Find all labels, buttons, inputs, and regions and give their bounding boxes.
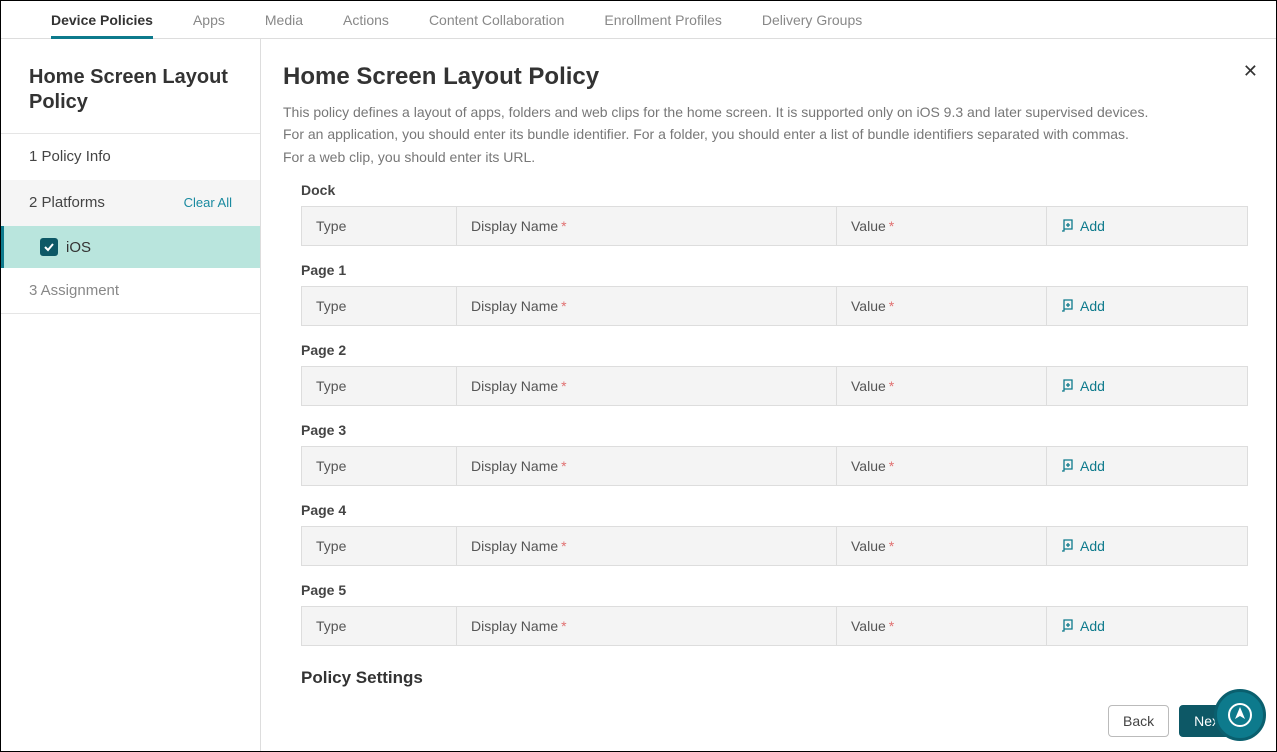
tab-content-collaboration[interactable]: Content Collaboration <box>429 2 564 38</box>
page-title: Home Screen Layout Policy <box>283 63 1248 91</box>
col-display-name: Display Name* <box>457 287 837 325</box>
add-icon <box>1061 219 1075 233</box>
add-label: Add <box>1080 378 1105 394</box>
section-page-4: Page 4 Type Display Name* Value* Add <box>301 502 1248 566</box>
header-row: Type Display Name* Value* Add <box>301 286 1248 326</box>
add-label: Add <box>1080 218 1105 234</box>
clear-all-link[interactable]: Clear All <box>184 195 232 210</box>
navigation-fab[interactable] <box>1214 689 1266 741</box>
tab-actions[interactable]: Actions <box>343 2 389 38</box>
add-icon <box>1061 459 1075 473</box>
step-platforms[interactable]: 2 Platforms Clear All <box>1 180 260 226</box>
tab-media[interactable]: Media <box>265 2 303 38</box>
col-display-name: Display Name* <box>457 607 837 645</box>
col-value: Value* <box>837 527 1047 565</box>
col-add: Add <box>1047 607 1247 645</box>
desc-line-1: This policy defines a layout of apps, fo… <box>283 101 1248 123</box>
col-type: Type <box>302 447 457 485</box>
add-icon <box>1061 299 1075 313</box>
sidebar-title: Home Screen Layout Policy <box>1 39 260 134</box>
section-label: Dock <box>301 182 1248 198</box>
col-display-name: Display Name* <box>457 367 837 405</box>
add-button[interactable]: Add <box>1061 218 1105 234</box>
add-button[interactable]: Add <box>1061 618 1105 634</box>
close-icon[interactable]: ✕ <box>1243 61 1258 82</box>
add-icon <box>1061 539 1075 553</box>
top-tabs: Device Policies Apps Media Actions Conte… <box>1 1 1276 39</box>
compass-icon <box>1227 702 1253 728</box>
platform-ios[interactable]: iOS <box>1 226 260 268</box>
section-label: Page 3 <box>301 422 1248 438</box>
col-display-name: Display Name* <box>457 447 837 485</box>
header-row: Type Display Name* Value* Add <box>301 206 1248 246</box>
add-button[interactable]: Add <box>1061 458 1105 474</box>
col-add: Add <box>1047 447 1247 485</box>
section-label: Page 4 <box>301 502 1248 518</box>
add-icon <box>1061 619 1075 633</box>
col-add: Add <box>1047 527 1247 565</box>
col-display-name: Display Name* <box>457 207 837 245</box>
section-page-3: Page 3 Type Display Name* Value* Add <box>301 422 1248 486</box>
tab-device-policies[interactable]: Device Policies <box>51 2 153 38</box>
section-page-5: Page 5 Type Display Name* Value* Add <box>301 582 1248 646</box>
col-add: Add <box>1047 367 1247 405</box>
checkbox-ios-icon[interactable] <box>40 238 58 256</box>
col-type: Type <box>302 207 457 245</box>
header-row: Type Display Name* Value* Add <box>301 526 1248 566</box>
step-assignment[interactable]: 3 Assignment <box>1 268 260 314</box>
policy-settings-heading: Policy Settings <box>301 668 1248 688</box>
tab-delivery-groups[interactable]: Delivery Groups <box>762 2 862 38</box>
header-row: Type Display Name* Value* Add <box>301 606 1248 646</box>
section-page-2: Page 2 Type Display Name* Value* Add <box>301 342 1248 406</box>
col-add: Add <box>1047 207 1247 245</box>
section-label: Page 2 <box>301 342 1248 358</box>
col-value: Value* <box>837 287 1047 325</box>
add-label: Add <box>1080 538 1105 554</box>
platform-ios-label: iOS <box>66 239 91 256</box>
tab-apps[interactable]: Apps <box>193 2 225 38</box>
col-value: Value* <box>837 607 1047 645</box>
col-add: Add <box>1047 287 1247 325</box>
desc-line-2: For an application, you should enter its… <box>283 123 1248 145</box>
policy-description: This policy defines a layout of apps, fo… <box>283 101 1248 168</box>
tab-enrollment-profiles[interactable]: Enrollment Profiles <box>604 2 722 38</box>
step-policy-info[interactable]: 1 Policy Info <box>1 134 260 180</box>
add-button[interactable]: Add <box>1061 538 1105 554</box>
desc-line-3: For a web clip, you should enter its URL… <box>283 146 1248 168</box>
add-label: Add <box>1080 458 1105 474</box>
section-label: Page 1 <box>301 262 1248 278</box>
section-dock: Dock Type Display Name* Value* Add <box>301 182 1248 246</box>
header-row: Type Display Name* Value* Add <box>301 446 1248 486</box>
add-label: Add <box>1080 298 1105 314</box>
add-icon <box>1061 379 1075 393</box>
content-area: ✕ Home Screen Layout Policy This policy … <box>261 39 1276 751</box>
col-type: Type <box>302 287 457 325</box>
col-type: Type <box>302 527 457 565</box>
back-button[interactable]: Back <box>1108 705 1169 737</box>
col-type: Type <box>302 607 457 645</box>
add-button[interactable]: Add <box>1061 298 1105 314</box>
add-button[interactable]: Add <box>1061 378 1105 394</box>
section-page-1: Page 1 Type Display Name* Value* Add <box>301 262 1248 326</box>
col-value: Value* <box>837 207 1047 245</box>
col-display-name: Display Name* <box>457 527 837 565</box>
step-platforms-label: 2 Platforms <box>29 194 105 211</box>
section-label: Page 5 <box>301 582 1248 598</box>
col-type: Type <box>302 367 457 405</box>
add-label: Add <box>1080 618 1105 634</box>
col-value: Value* <box>837 367 1047 405</box>
header-row: Type Display Name* Value* Add <box>301 366 1248 406</box>
col-value: Value* <box>837 447 1047 485</box>
sidebar: Home Screen Layout Policy 1 Policy Info … <box>1 39 261 751</box>
